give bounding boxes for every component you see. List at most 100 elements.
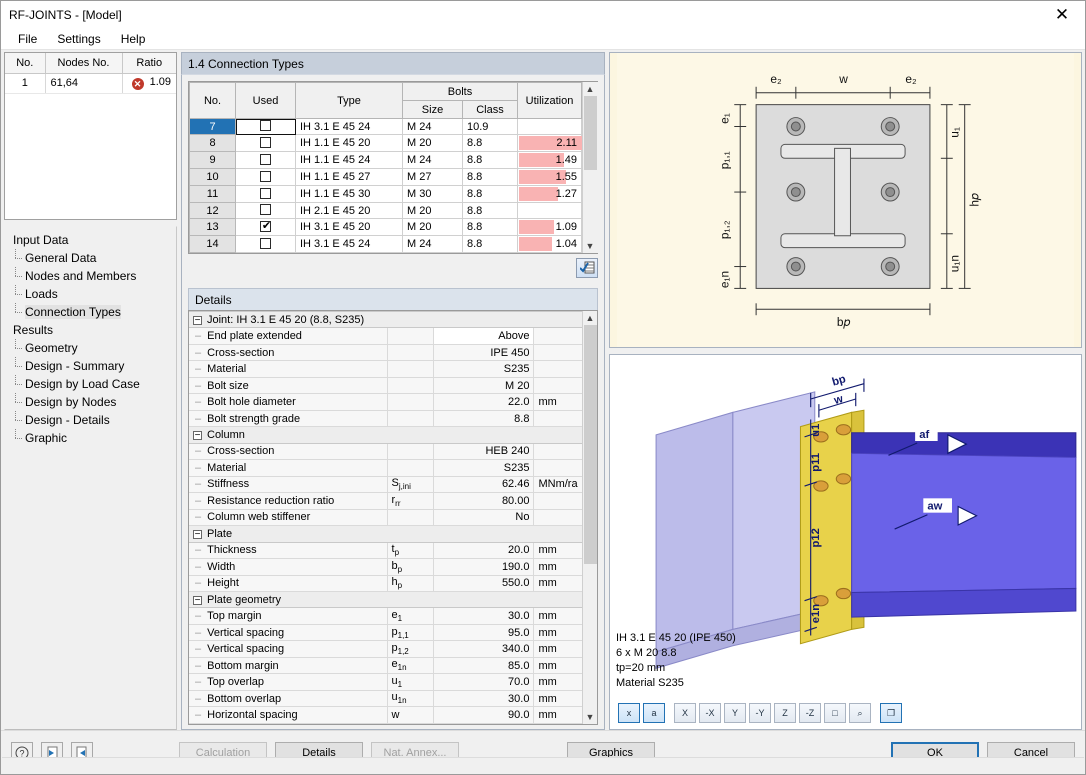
sidebar-item-nodes-and-members[interactable]: Nodes and Members [11, 267, 176, 285]
details-value[interactable]: M 20 [433, 377, 534, 393]
collapse-icon[interactable]: − [193, 530, 202, 539]
scroll-up-icon[interactable]: ▲ [583, 311, 598, 325]
view-axis-y-icon[interactable]: Y [724, 703, 746, 723]
details-row[interactable]: –Thicknesstp20.0mm [189, 542, 582, 558]
details-value[interactable]: S235 [433, 361, 534, 377]
details-row[interactable]: –Bolt strength grade8.8 [189, 410, 582, 426]
details-value[interactable]: 90.0 [433, 707, 534, 724]
details-row[interactable]: –Bottom margine1n85.0mm [189, 657, 582, 673]
ct-cell-no[interactable]: 10 [190, 169, 236, 186]
ct-col-class[interactable]: Class [463, 101, 518, 119]
view-axis-negz-icon[interactable]: -Z [799, 703, 821, 723]
ct-col-size[interactable]: Size [403, 101, 463, 119]
details-row[interactable]: –Cross-sectionIPE 450 [189, 344, 582, 360]
zoom-fit-icon[interactable]: ⌕ [849, 703, 871, 723]
used-checkbox[interactable] [260, 137, 271, 148]
render-mode-icon[interactable]: ❐ [880, 703, 902, 723]
details-value[interactable]: 8.8 [433, 410, 534, 426]
sidebar-item-design-by-nodes[interactable]: Design by Nodes [11, 393, 176, 411]
sidebar-item-design-by-load-case[interactable]: Design by Load Case [11, 375, 176, 393]
nodes-col-nodes[interactable]: Nodes No. [45, 53, 122, 73]
table-row[interactable]: 8IH 1.1 E 45 20M 208.82.11 [190, 135, 582, 152]
details-value[interactable]: 30.0 [433, 608, 534, 624]
ct-cell-no[interactable]: 14 [190, 236, 236, 253]
details-row[interactable]: –Bolt sizeM 20 [189, 377, 582, 393]
view-axis-z-icon[interactable]: Z [774, 703, 796, 723]
details-row[interactable]: –End plate extendedAbove [189, 328, 582, 344]
sidebar-item-loads[interactable]: Loads [11, 285, 176, 303]
scroll-track[interactable] [583, 325, 598, 710]
nodes-table[interactable]: No. Nodes No. Ratio 1 61,64 ✕1.09 [4, 52, 177, 220]
details-row[interactable]: –Bottom overlapu1n30.0mm [189, 690, 582, 706]
table-edit-icon[interactable] [576, 258, 598, 278]
view-axis-negx-icon[interactable]: -X [699, 703, 721, 723]
details-row[interactable]: –Bolt hole diameter22.0mm [189, 394, 582, 410]
details-group-row[interactable]: −Joint: IH 3.1 E 45 20 (8.8, S235) [189, 312, 582, 328]
scroll-up-icon[interactable]: ▲ [583, 82, 598, 96]
details-value[interactable]: 70.0 [433, 674, 534, 690]
view-axis-x-icon[interactable]: X [674, 703, 696, 723]
details-row[interactable]: –Cross-sectionHEB 240 [189, 443, 582, 459]
details-table[interactable]: −Joint: IH 3.1 E 45 20 (8.8, S235)–End p… [188, 310, 598, 725]
details-row[interactable]: –MaterialS235 [189, 460, 582, 476]
nodes-col-no[interactable]: No. [5, 53, 45, 73]
ct-cell-used[interactable] [236, 152, 296, 169]
menu-item-help[interactable]: Help [112, 30, 155, 48]
nodes-col-ratio[interactable]: Ratio [122, 53, 176, 73]
ct-cell-used[interactable] [236, 119, 296, 135]
sidebar-item-connection-types[interactable]: Connection Types [11, 303, 176, 321]
menu-item-file[interactable]: File [9, 30, 46, 48]
details-value[interactable]: HEB 240 [433, 443, 534, 459]
view-axis-negy-icon[interactable]: -Y [749, 703, 771, 723]
collapse-icon[interactable]: − [193, 316, 202, 325]
ct-cell-no[interactable]: 7 [190, 119, 236, 135]
details-row[interactable]: –Resistance reduction ratiorrr80.00 [189, 493, 582, 509]
details-value[interactable]: 340.0 [433, 641, 534, 657]
table-row[interactable]: 1 61,64 ✕1.09 [5, 73, 176, 93]
view-a-icon[interactable]: a [643, 703, 665, 723]
view-x-icon[interactable]: x [618, 703, 640, 723]
ct-col-utilization[interactable]: Utilization [518, 83, 582, 119]
details-row[interactable]: –Vertical spacingp1,195.0mm [189, 624, 582, 640]
used-checkbox[interactable] [260, 221, 271, 232]
ct-cell-used[interactable] [236, 169, 296, 186]
scroll-thumb[interactable] [584, 96, 597, 170]
ct-col-type[interactable]: Type [296, 83, 403, 119]
ct-cell-used[interactable] [236, 186, 296, 203]
scroll-track[interactable] [583, 96, 598, 239]
table-row[interactable]: 9IH 1.1 E 45 24M 248.81.49 [190, 152, 582, 169]
details-value[interactable]: S235 [433, 460, 534, 476]
details-value[interactable]: 80.00 [433, 493, 534, 509]
details-row[interactable]: –MaterialS235 [189, 361, 582, 377]
used-checkbox[interactable] [260, 154, 271, 165]
joint-3d-canvas[interactable]: bp w u1 p11 p12 e1n af a [610, 355, 1081, 699]
sidebar-item-general-data[interactable]: General Data [11, 249, 176, 267]
details-value[interactable]: 22.0 [433, 394, 534, 410]
details-row[interactable]: –Column web stiffenerNo [189, 509, 582, 525]
ct-cell-no[interactable]: 9 [190, 152, 236, 169]
details-group-row[interactable]: −Column [189, 427, 582, 443]
details-value[interactable]: 62.46 [433, 476, 534, 492]
table-row[interactable]: 12IH 2.1 E 45 20M 208.8 [190, 203, 582, 219]
details-row[interactable]: –Vertical spacingp1,2340.0mm [189, 641, 582, 657]
details-row[interactable]: –Top overlapu170.0mm [189, 674, 582, 690]
details-row[interactable]: –Widthbp190.0mm [189, 559, 582, 575]
connection-types-table[interactable]: No. Used Type Bolts Utilization Size Cla… [188, 81, 598, 254]
ct-col-no[interactable]: No. [190, 83, 236, 119]
ct-cell-used[interactable] [236, 219, 296, 236]
details-row[interactable]: –Heighthp550.0mm [189, 575, 582, 591]
scroll-down-icon[interactable]: ▼ [583, 710, 598, 724]
details-value[interactable]: 550.0 [433, 575, 534, 591]
details-row[interactable]: –StiffnessSj,ini62.46MNm/ra [189, 476, 582, 492]
details-value[interactable]: 95.0 [433, 624, 534, 640]
sidebar-item-design-details[interactable]: Design - Details [11, 411, 176, 429]
details-value[interactable]: Above [433, 328, 534, 344]
table-row[interactable]: 14IH 3.1 E 45 24M 248.81.04 [190, 236, 582, 253]
details-row[interactable]: –Horizontal spacingw90.0mm [189, 707, 582, 724]
ct-cell-no[interactable]: 12 [190, 203, 236, 219]
menu-item-settings[interactable]: Settings [48, 30, 109, 48]
ct-cell-no[interactable]: 11 [190, 186, 236, 203]
sidebar-item-geometry[interactable]: Geometry [11, 339, 176, 357]
ct-cell-used[interactable] [236, 135, 296, 152]
details-group-row[interactable]: −Plate [189, 526, 582, 542]
